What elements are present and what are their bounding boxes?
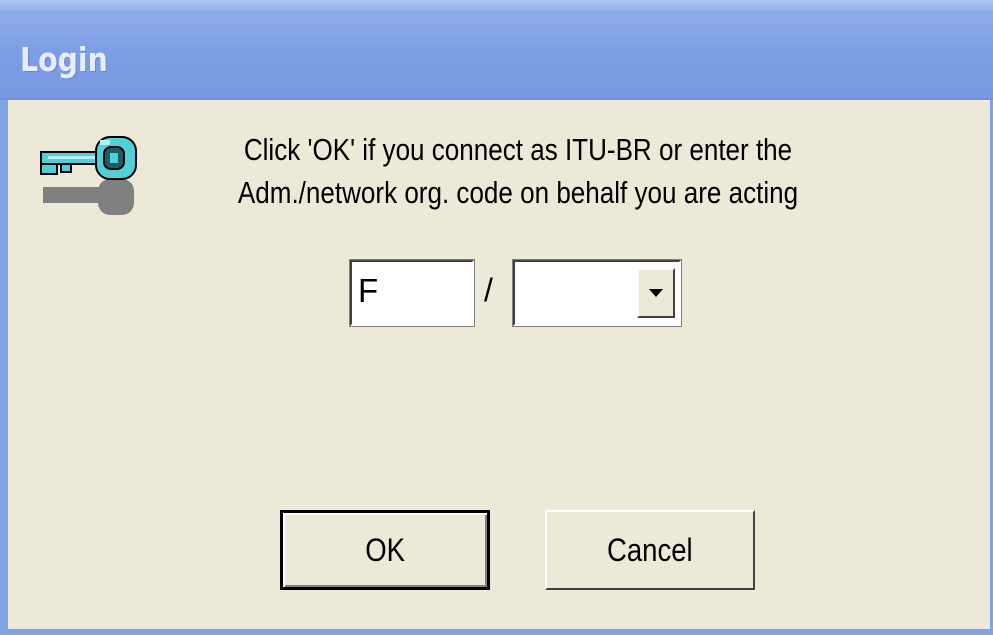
cancel-button-label: Cancel bbox=[607, 531, 693, 568]
org-code-row: F / bbox=[349, 259, 685, 327]
administration-code-input[interactable]: F bbox=[349, 259, 475, 327]
network-org-code-select[interactable] bbox=[512, 259, 682, 327]
window-title: Login bbox=[20, 40, 108, 79]
code-separator: / bbox=[484, 272, 493, 308]
instructions-line-1: Click 'OK' if you connect as ITU-BR or e… bbox=[243, 132, 793, 167]
ok-button-label: OK bbox=[365, 531, 405, 568]
dropdown-button[interactable] bbox=[637, 268, 675, 318]
chevron-down-icon bbox=[649, 289, 663, 297]
login-dialog: Login Click 'OK' if you connect as ITU-B… bbox=[0, 0, 993, 635]
instructions-text: Click 'OK' if you connect as ITU-BR or e… bbox=[216, 128, 821, 214]
ok-button[interactable]: OK bbox=[280, 510, 490, 590]
cancel-button[interactable]: Cancel bbox=[545, 510, 755, 590]
instructions-line-2: Adm./network org. code on behalf you are… bbox=[237, 175, 799, 210]
title-bar[interactable]: Login bbox=[0, 0, 993, 100]
key-icon bbox=[38, 125, 148, 225]
